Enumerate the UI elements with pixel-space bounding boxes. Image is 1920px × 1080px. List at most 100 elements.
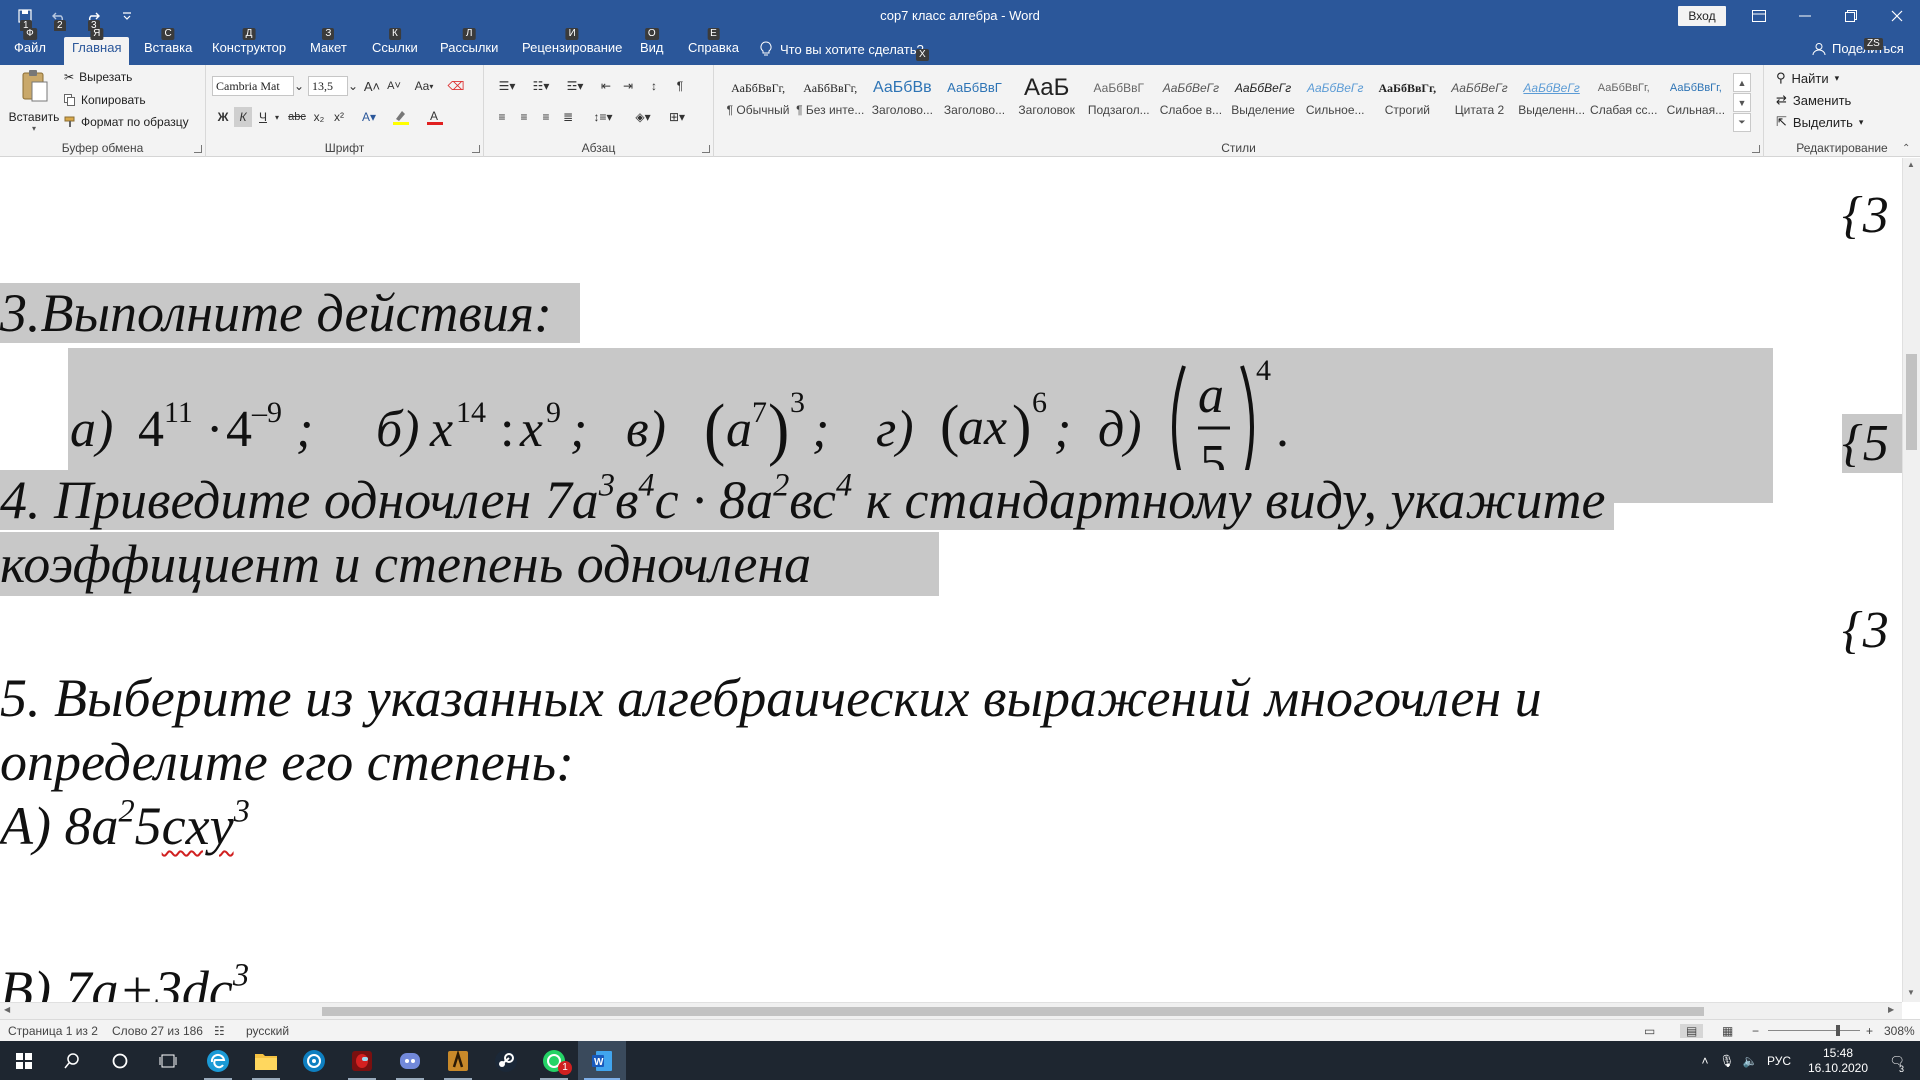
proofing-icon[interactable]: ☷ [214,1024,225,1038]
vertical-scroll-thumb[interactable] [1906,354,1917,450]
styles-launcher[interactable] [1752,145,1760,153]
undo-button[interactable]: 2 [48,5,70,32]
restore-button[interactable] [1828,0,1874,31]
taskbar-steam[interactable] [482,1041,530,1080]
subscript-button[interactable]: x₂ [310,107,328,127]
paragraph-launcher[interactable] [702,145,710,153]
cut-button[interactable]: ✂ Вырезать [64,67,132,87]
paste-button[interactable]: Вставить ▾ [6,68,62,133]
zoom-level[interactable]: 308% [1884,1024,1915,1038]
styles-scroll-up[interactable]: ▲ [1733,73,1751,92]
tab-home[interactable]: Главная Я [64,28,130,65]
align-right-button[interactable]: ≡ [536,107,556,127]
styles-more[interactable]: ⏷ [1733,113,1751,132]
select-button[interactable]: ⇱ Выделить ▾ [1776,112,1863,132]
font-size-dropdown[interactable]: ⌄ [346,76,360,96]
vertical-scrollbar[interactable]: ▲ ▼ [1902,158,1920,1002]
share-button[interactable]: Поделиться ZS [1812,38,1904,56]
increase-indent-button[interactable]: ⇥ [618,76,638,96]
microphone-icon[interactable]: 🎙 [1716,1054,1738,1068]
sort-button[interactable]: ↕ [644,76,664,96]
tab-insert[interactable]: Вставка С [136,28,200,65]
style-emphasis[interactable]: АаБбВеГг Выделение [1227,73,1299,133]
style-normal[interactable]: АаБбВвГг, ¶ Обычный [722,73,794,133]
tell-me-search[interactable]: Что вы хотите сделать? Х [760,41,929,61]
collapse-ribbon-button[interactable]: ⌃ [1902,143,1910,154]
minimize-button[interactable] [1782,0,1828,31]
shading-button[interactable]: ◈▾ [628,107,658,127]
horizontal-scrollbar[interactable]: ◀ ▶ [0,1002,1902,1019]
start-button[interactable] [0,1041,48,1080]
style-subtitle[interactable]: АаБбВвГ Подзагол... [1083,73,1155,133]
underline-button[interactable]: Ч [254,107,272,127]
taskbar-whatsapp[interactable]: 1 [530,1041,578,1080]
highlight-color-button[interactable] [386,107,416,127]
taskbar-app-3[interactable] [290,1041,338,1080]
superscript-button[interactable]: x² [330,107,348,127]
clear-formatting-button[interactable]: ⌫ [446,76,466,96]
style-subtle-emphasis[interactable]: АаБбВеГг Слабое в... [1155,73,1227,133]
change-case-button[interactable]: Aa ▾ [410,76,438,96]
taskbar-discord[interactable] [386,1041,434,1080]
font-name-box[interactable]: Cambria Mat [212,76,294,96]
copy-button[interactable]: Копировать [64,90,146,110]
font-launcher[interactable] [472,145,480,153]
tab-references[interactable]: Ссылки К [364,28,426,65]
justify-button[interactable]: ≣ [558,107,578,127]
borders-button[interactable]: ⊞▾ [662,107,692,127]
redo-button[interactable]: 3 [82,5,104,32]
scroll-down-icon[interactable]: ▼ [1907,988,1915,997]
shrink-font-button[interactable]: A˅ [384,76,404,96]
style-heading-2[interactable]: АаБбВвГ Заголово... [938,73,1010,133]
style-strong[interactable]: АаБбВвГг, Строгий [1371,73,1443,133]
grow-font-button[interactable]: A˄ [362,76,382,96]
underline-dropdown[interactable]: ▾ [272,107,282,127]
show-marks-button[interactable]: ¶ [670,76,690,96]
style-intense-quote[interactable]: АаБбВеГг Выделенн... [1516,73,1588,133]
tab-layout[interactable]: Макет З [302,28,355,65]
tab-design[interactable]: Конструктор Д [204,28,294,65]
line-spacing-button[interactable]: ↕≡▾ [588,107,618,127]
web-layout-icon[interactable]: ▦ [1722,1024,1733,1038]
style-title[interactable]: АаБ Заголовок [1011,73,1083,133]
taskbar-among-us[interactable] [338,1041,386,1080]
tab-help[interactable]: Справка Е [680,28,747,65]
strikethrough-button[interactable]: abc [286,107,308,127]
text-effects-button[interactable]: A▾ [356,107,382,127]
tab-file[interactable]: Файл Ф [6,28,54,65]
tab-review[interactable]: Рецензирование И [514,28,630,65]
clipboard-launcher[interactable] [194,145,202,153]
style-intense-reference[interactable]: АаБбВвГг, Сильная... [1660,73,1732,133]
format-painter-button[interactable]: Формат по образцу [64,112,189,132]
horizontal-scroll-thumb[interactable] [322,1007,1704,1016]
zoom-slider[interactable] [1768,1030,1860,1031]
keyboard-language[interactable]: РУС [1762,1054,1796,1068]
word-count[interactable]: Слово 27 из 186 [112,1024,203,1038]
italic-button[interactable]: К [234,107,252,127]
read-mode-icon[interactable]: ▭ [1644,1024,1655,1038]
style-no-spacing[interactable]: АаБбВвГг, ¶ Без инте... [794,73,866,133]
styles-scroll-down[interactable]: ▼ [1733,93,1751,112]
taskbar-edge[interactable] [194,1041,242,1080]
multilevel-list-button[interactable]: ☲▾ [560,76,590,96]
bold-button[interactable]: Ж [214,107,232,127]
language-indicator[interactable]: русский [246,1024,289,1038]
taskbar-explorer[interactable] [242,1041,290,1080]
tab-mailings[interactable]: Рассылки Л [432,28,506,65]
font-color-button[interactable]: A [420,107,450,127]
style-heading-1[interactable]: АаБбВв Заголово... [866,73,938,133]
volume-icon[interactable]: 🔈 [1738,1054,1762,1068]
align-left-button[interactable]: ≡ [492,107,512,127]
cortana-button[interactable] [96,1041,144,1080]
scroll-left-icon[interactable]: ◀ [4,1005,10,1014]
style-subtle-reference[interactable]: АаБбВвГг, Слабая сс... [1588,73,1660,133]
font-name-dropdown[interactable]: ⌄ [292,76,306,96]
action-center-button[interactable]: 🗨 3 [1880,1054,1914,1074]
decrease-indent-button[interactable]: ⇤ [596,76,616,96]
scroll-right-icon[interactable]: ▶ [1888,1005,1894,1014]
close-button[interactable] [1874,0,1920,31]
replace-button[interactable]: ⇄ Заменить [1776,90,1851,110]
save-button[interactable]: 1 [14,5,36,32]
style-quote-2[interactable]: АаБбВеГг Цитата 2 [1443,73,1515,133]
scroll-up-icon[interactable]: ▲ [1907,160,1915,169]
